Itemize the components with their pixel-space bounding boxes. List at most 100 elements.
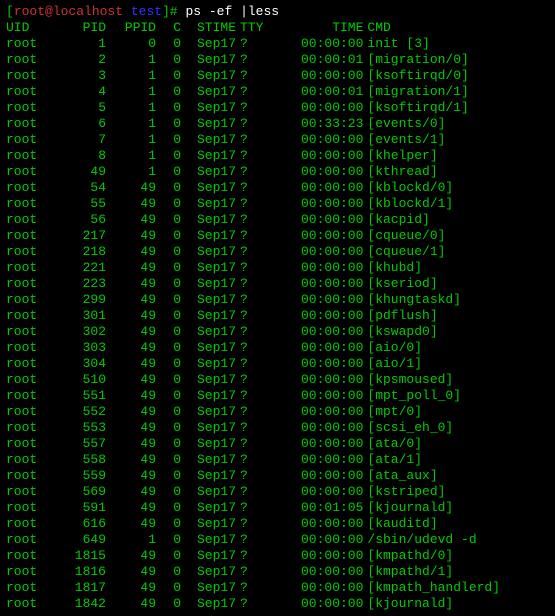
cell-pid: 7 (46, 132, 106, 148)
cell-cmd: [ksoftirqd/0] (363, 68, 547, 84)
cell-uid: root (6, 548, 46, 564)
cell-ppid: 49 (106, 388, 156, 404)
cell-pid: 510 (46, 372, 106, 388)
cell-pid: 55 (46, 196, 106, 212)
cell-time: 00:00:00 (263, 436, 363, 452)
cell-c: 0 (156, 468, 181, 484)
cell-pid: 1817 (46, 580, 106, 596)
cell-cmd: [kauditd] (363, 516, 547, 532)
cell-uid: root (6, 292, 46, 308)
cell-uid: root (6, 596, 46, 612)
cell-c: 0 (156, 292, 181, 308)
cell-c: 0 (156, 196, 181, 212)
cell-pid: 301 (46, 308, 106, 324)
cell-c: 0 (156, 148, 181, 164)
shell-prompt[interactable]: [root@localhost test]# ps -ef |less (6, 4, 549, 20)
cell-stime: Sep17 (181, 436, 236, 452)
cell-uid: root (6, 452, 46, 468)
cell-pid: 1 (46, 36, 106, 52)
cell-stime: Sep17 (181, 228, 236, 244)
cell-c: 0 (156, 404, 181, 420)
table-row: root304490Sep17?00:00:00[aio/1] (6, 356, 547, 372)
cell-cmd: [aio/0] (363, 340, 547, 356)
cell-cmd: [kpsmoused] (363, 372, 547, 388)
col-uid: UID (6, 20, 46, 36)
cell-tty: ? (236, 452, 263, 468)
cell-c: 0 (156, 84, 181, 100)
cell-stime: Sep17 (181, 244, 236, 260)
cell-c: 0 (156, 340, 181, 356)
cell-stime: Sep17 (181, 452, 236, 468)
cell-uid: root (6, 532, 46, 548)
cell-time: 00:00:00 (263, 100, 363, 116)
cell-pid: 1816 (46, 564, 106, 580)
cell-c: 0 (156, 212, 181, 228)
cell-stime: Sep17 (181, 196, 236, 212)
cell-ppid: 1 (106, 100, 156, 116)
table-row: root710Sep17?00:00:00[events/1] (6, 132, 547, 148)
cell-ppid: 49 (106, 564, 156, 580)
cell-tty: ? (236, 340, 263, 356)
cell-uid: root (6, 580, 46, 596)
cell-time: 00:00:00 (263, 196, 363, 212)
cell-pid: 302 (46, 324, 106, 340)
cell-ppid: 49 (106, 212, 156, 228)
table-row: root218490Sep17?00:00:00[cqueue/1] (6, 244, 547, 260)
cell-ppid: 49 (106, 260, 156, 276)
table-row: root301490Sep17?00:00:00[pdflush] (6, 308, 547, 324)
cell-time: 00:00:01 (263, 52, 363, 68)
cell-cmd: [pdflush] (363, 308, 547, 324)
cell-c: 0 (156, 276, 181, 292)
cell-tty: ? (236, 68, 263, 84)
cell-tty: ? (236, 468, 263, 484)
cell-time: 00:00:00 (263, 516, 363, 532)
cell-ppid: 49 (106, 244, 156, 260)
cell-cmd: [events/1] (363, 132, 547, 148)
col-cmd: CMD (363, 20, 547, 36)
cell-time: 00:01:05 (263, 500, 363, 516)
cell-tty: ? (236, 580, 263, 596)
cell-tty: ? (236, 372, 263, 388)
cell-ppid: 1 (106, 132, 156, 148)
cell-ppid: 49 (106, 404, 156, 420)
cell-tty: ? (236, 260, 263, 276)
cell-pid: 223 (46, 276, 106, 292)
table-row: root64910Sep17?00:00:00/sbin/udevd -d (6, 532, 547, 548)
cell-c: 0 (156, 532, 181, 548)
cell-c: 0 (156, 324, 181, 340)
cell-pid: 557 (46, 436, 106, 452)
cell-tty: ? (236, 404, 263, 420)
cell-tty: ? (236, 212, 263, 228)
table-row: root310Sep17?00:00:00[ksoftirqd/0] (6, 68, 547, 84)
cell-pid: 217 (46, 228, 106, 244)
table-row: root552490Sep17?00:00:00[mpt/0] (6, 404, 547, 420)
cell-ppid: 49 (106, 436, 156, 452)
cell-c: 0 (156, 260, 181, 276)
cell-c: 0 (156, 164, 181, 180)
prompt-cwd: test (131, 4, 162, 19)
cell-c: 0 (156, 372, 181, 388)
table-row: root553490Sep17?00:00:00[scsi_eh_0] (6, 420, 547, 436)
cell-c: 0 (156, 484, 181, 500)
cell-ppid: 1 (106, 84, 156, 100)
cell-uid: root (6, 388, 46, 404)
cell-stime: Sep17 (181, 308, 236, 324)
cell-stime: Sep17 (181, 372, 236, 388)
cell-cmd: [kthread] (363, 164, 547, 180)
cell-pid: 49 (46, 164, 106, 180)
table-row: root100Sep17?00:00:00init [3] (6, 36, 547, 52)
cell-c: 0 (156, 116, 181, 132)
cell-tty: ? (236, 548, 263, 564)
cell-stime: Sep17 (181, 292, 236, 308)
cell-uid: root (6, 68, 46, 84)
cell-stime: Sep17 (181, 52, 236, 68)
cell-tty: ? (236, 356, 263, 372)
cell-cmd: [kseriod] (363, 276, 547, 292)
cell-ppid: 1 (106, 164, 156, 180)
table-row: root569490Sep17?00:00:00[kstriped] (6, 484, 547, 500)
cell-stime: Sep17 (181, 356, 236, 372)
cell-ppid: 1 (106, 52, 156, 68)
cell-cmd: [khubd] (363, 260, 547, 276)
cell-cmd: [kmpath_handlerd] (363, 580, 547, 596)
cell-stime: Sep17 (181, 276, 236, 292)
